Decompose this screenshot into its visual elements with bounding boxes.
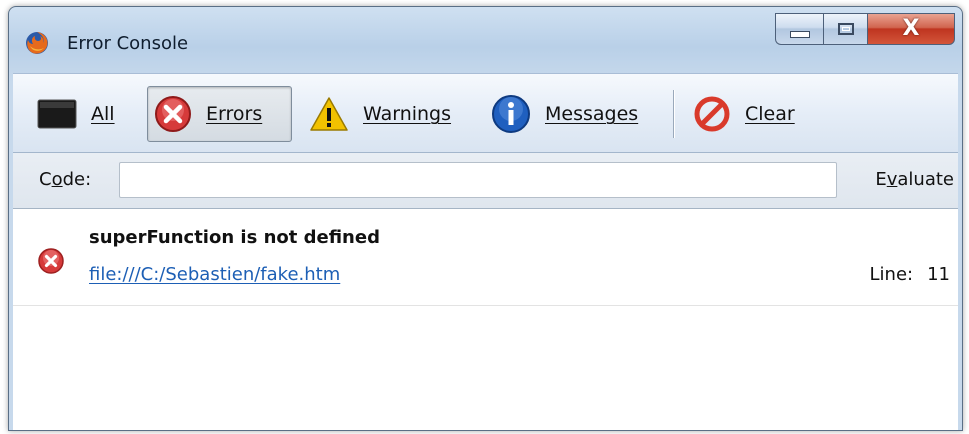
code-bar: Code: Evaluate — [13, 153, 958, 209]
error-icon — [38, 248, 64, 274]
error-line-number: Line: 11 — [869, 264, 950, 285]
info-icon — [492, 95, 530, 133]
close-icon: X — [902, 16, 920, 41]
error-console-window: Error Console X All Errors Warnings Mess… — [8, 6, 963, 431]
close-button[interactable]: X — [867, 13, 955, 45]
code-input[interactable] — [119, 162, 837, 198]
window-title: Error Console — [67, 33, 189, 54]
error-message: superFunction is not defined — [89, 227, 380, 248]
title-bar[interactable]: Error Console X — [9, 7, 962, 73]
caption-buttons: X — [775, 13, 955, 47]
warning-icon — [310, 97, 348, 131]
toolbar: All Errors Warnings Messages Clear — [13, 73, 958, 153]
console-message-list: superFunction is not defined file:///C:/… — [13, 209, 958, 430]
minimize-button[interactable] — [775, 13, 823, 45]
list-item[interactable]: superFunction is not defined file:///C:/… — [13, 209, 958, 306]
firefox-icon — [26, 32, 48, 54]
clear-label: Clear — [745, 103, 795, 125]
maximize-button[interactable] — [823, 13, 867, 45]
all-button[interactable]: All — [31, 86, 121, 142]
evaluate-button[interactable]: Evaluate — [875, 169, 954, 190]
code-label: Code: — [39, 169, 92, 190]
clear-button[interactable]: Clear — [687, 86, 801, 142]
maximize-icon — [837, 23, 854, 35]
errors-label: Errors — [206, 103, 263, 125]
toolbar-separator — [673, 90, 675, 138]
error-source-link[interactable]: file:///C:/Sebastien/fake.htm — [89, 264, 340, 285]
console-icon — [37, 99, 77, 129]
warnings-label: Warnings — [363, 103, 452, 125]
clear-icon — [694, 96, 730, 132]
all-label: All — [91, 103, 115, 125]
errors-button[interactable]: Errors — [147, 86, 292, 142]
messages-label: Messages — [545, 103, 639, 125]
warnings-button[interactable]: Warnings — [303, 86, 457, 142]
messages-button[interactable]: Messages — [485, 86, 644, 142]
minimize-icon — [789, 30, 810, 38]
error-icon — [155, 96, 191, 132]
